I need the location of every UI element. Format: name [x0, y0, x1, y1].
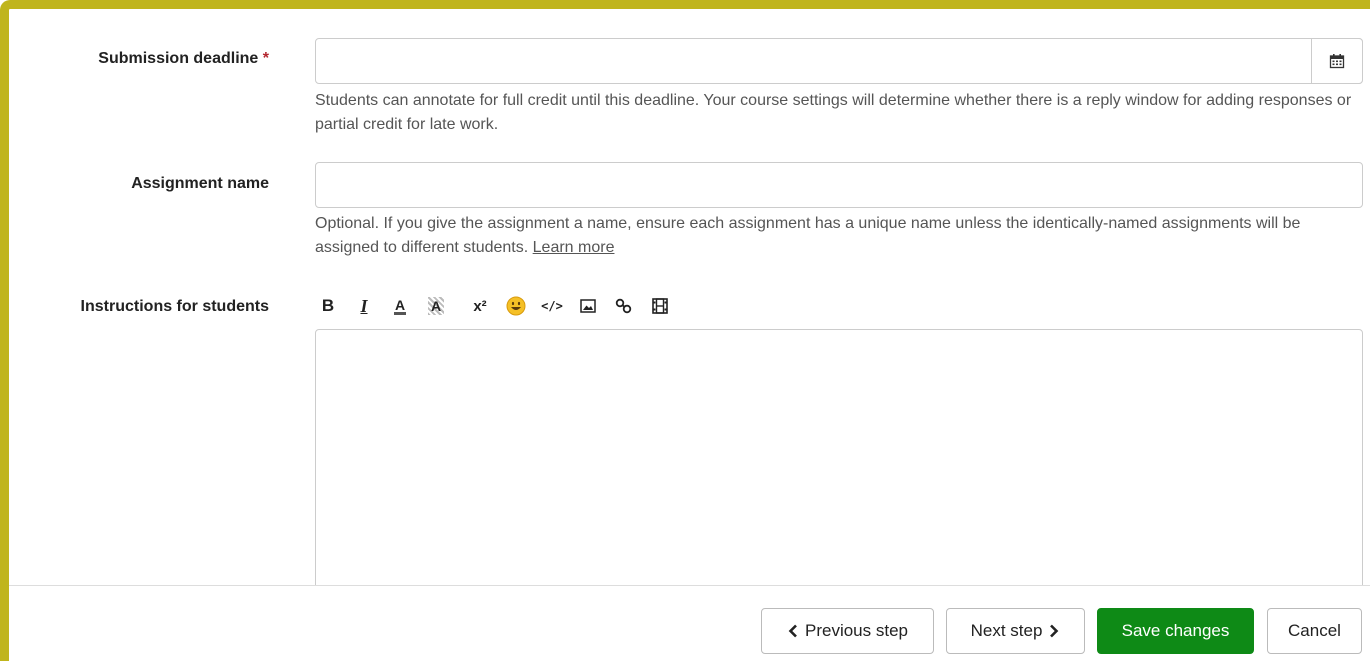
submission-deadline-label: Submission deadline * [98, 50, 269, 67]
next-step-label: Next step [970, 621, 1043, 640]
learn-more-link[interactable]: Learn more [533, 239, 615, 256]
link-icon [615, 298, 632, 314]
required-marker: * [262, 50, 269, 67]
italic-icon: I [360, 295, 368, 316]
assignment-form-panel: Submission deadline * Students can annot… [0, 0, 1370, 661]
link-button[interactable] [611, 293, 637, 319]
calendar-button[interactable] [1311, 38, 1363, 84]
submission-deadline-field[interactable] [315, 38, 1363, 84]
editor-toolbar: B I A A x² </> [315, 290, 683, 322]
image-button[interactable] [575, 293, 601, 319]
emoji-button[interactable] [503, 293, 529, 319]
assignment-name-input[interactable] [316, 163, 1362, 207]
font-color-button[interactable]: A [387, 293, 413, 319]
chevron-right-icon [1050, 624, 1059, 638]
assignment-name-label: Assignment name [131, 175, 269, 192]
instructions-editor[interactable] [315, 329, 1363, 629]
bold-icon: B [321, 296, 335, 315]
film-icon [652, 298, 668, 314]
previous-step-label: Previous step [805, 621, 908, 640]
chevron-left-icon [788, 624, 797, 638]
superscript-icon: x² [473, 297, 487, 315]
calendar-icon [1329, 54, 1345, 69]
previous-step-button[interactable]: Previous step [761, 608, 934, 654]
assignment-name-help-text: Optional. If you give the assignment a n… [315, 215, 1301, 256]
font-color-icon: A [393, 296, 407, 315]
italic-button[interactable]: I [351, 293, 377, 319]
submission-deadline-help: Students can annotate for full credit un… [315, 92, 1352, 133]
superscript-button[interactable]: x² [467, 293, 493, 319]
instructions-label: Instructions for students [80, 298, 269, 315]
video-button[interactable] [647, 293, 673, 319]
assignment-name-field[interactable] [315, 162, 1363, 208]
bold-button[interactable]: B [315, 293, 341, 319]
save-changes-button[interactable]: Save changes [1097, 608, 1254, 654]
code-button[interactable]: </> [539, 293, 565, 319]
cancel-button[interactable]: Cancel [1267, 608, 1362, 654]
code-icon: </> [541, 299, 563, 313]
form-footer: Previous step Next step Save changes Can… [9, 585, 1370, 661]
next-step-button[interactable]: Next step [946, 608, 1085, 654]
emoji-icon [506, 296, 526, 316]
image-icon [580, 299, 596, 313]
assignment-name-help: Optional. If you give the assignment a n… [315, 212, 1355, 260]
highlight-button[interactable]: A [423, 293, 449, 319]
highlight-icon: A [427, 297, 445, 315]
submission-deadline-input[interactable] [316, 39, 1362, 83]
